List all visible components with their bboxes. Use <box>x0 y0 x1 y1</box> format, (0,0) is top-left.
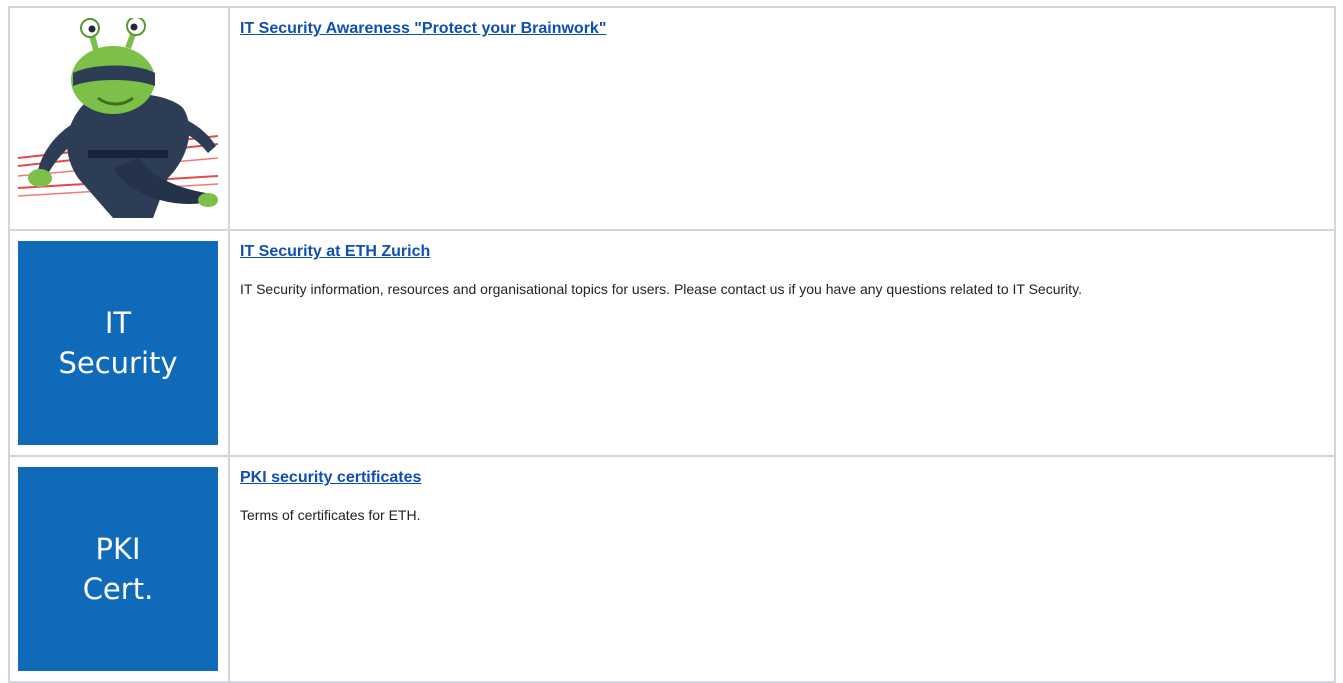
description-text: IT Security information, resources and o… <box>240 281 1082 297</box>
description-text: Terms of certificates for ETH. <box>240 507 421 523</box>
table-row: IT Security IT Security at ETH Zurich IT… <box>8 229 1336 457</box>
thumbnail-cell: PKI Cert. <box>8 455 230 683</box>
ninja-alien-icon <box>18 18 218 218</box>
tile-line: Cert. <box>82 572 154 606</box>
content-cell: PKI security certificates Terms of certi… <box>228 455 1336 683</box>
table-row: PKI Cert. PKI security certificates Term… <box>8 455 1336 683</box>
thumbnail-cell <box>8 6 230 231</box>
thumbnail-cell: IT Security <box>8 229 230 457</box>
table-row: IT Security Awareness "Protect your Brai… <box>8 6 1336 231</box>
tile-line: Security <box>58 346 178 380</box>
content-cell: IT Security Awareness "Protect your Brai… <box>228 6 1336 231</box>
link-pki-certificates[interactable]: PKI security certificates <box>240 469 421 487</box>
tile-line: PKI <box>95 532 141 566</box>
ninja-illustration[interactable] <box>18 18 218 222</box>
content-cell: IT Security at ETH Zurich IT Security in… <box>228 229 1336 457</box>
content-table: IT Security Awareness "Protect your Brai… <box>8 6 1336 683</box>
it-security-tile[interactable]: IT Security <box>18 241 218 445</box>
pki-cert-tile[interactable]: PKI Cert. <box>18 467 218 671</box>
tile-line: IT <box>104 306 132 340</box>
link-security-awareness[interactable]: IT Security Awareness "Protect your Brai… <box>240 20 606 38</box>
link-it-security-eth[interactable]: IT Security at ETH Zurich <box>240 243 430 261</box>
